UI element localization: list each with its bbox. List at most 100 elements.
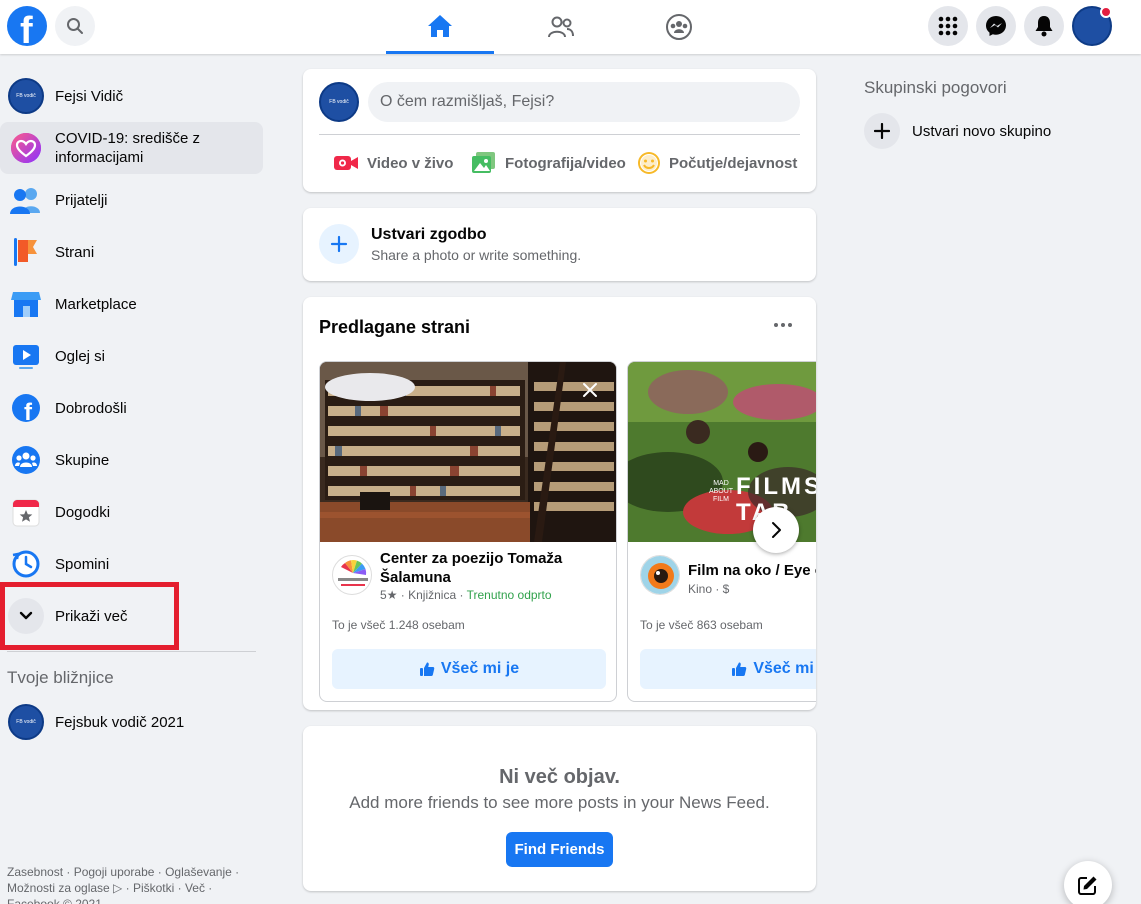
- sidebar-item-label: Fejsi Vidič: [55, 87, 124, 105]
- covid-heart-icon: [8, 130, 44, 166]
- create-story-card[interactable]: Ustvari zgodbo Share a photo or write so…: [303, 208, 816, 281]
- group-conversations-heading: Skupinski pogovori: [864, 78, 1007, 97]
- close-icon[interactable]: [576, 376, 604, 404]
- page-logo-film-eye: [640, 555, 680, 595]
- sidebar-item-watch[interactable]: Oglej si: [0, 330, 263, 382]
- page-meta: 5★ · Knjižnica · Trenutno odprto: [380, 588, 552, 602]
- page-name[interactable]: Center za poezijo Tomaža Šalamuna: [380, 549, 610, 587]
- profile-avatar: FB vodič: [8, 78, 44, 114]
- live-video-button[interactable]: Video v živo: [333, 151, 453, 175]
- sidebar-item-friends[interactable]: Prijatelji: [0, 174, 263, 226]
- tab-groups[interactable]: [625, 0, 733, 54]
- notifications-button[interactable]: [1024, 6, 1064, 46]
- create-story-button[interactable]: [319, 224, 359, 264]
- suggested-pages-title: Predlagane strani: [319, 317, 471, 337]
- welcome-icon: f: [8, 390, 44, 426]
- like-label: Všeč mi je: [440, 660, 520, 677]
- feeling-activity-label: Počutje/dejavnost: [669, 154, 798, 172]
- avatar: FB vodič: [319, 82, 359, 122]
- memories-icon: [8, 546, 44, 582]
- grid-menu-icon: [938, 16, 958, 36]
- thumbs-up-icon: [732, 662, 747, 676]
- sidebar-item-label: COVID-19: središče z informacijami: [55, 130, 201, 166]
- dot: [788, 323, 792, 327]
- sidebar-item-welcome[interactable]: f Dobrodošli: [0, 382, 263, 434]
- no-more-posts-subtitle: Add more friends to see more posts in yo…: [349, 793, 770, 812]
- feeling-smiley-icon: [638, 152, 660, 174]
- photo-icon: [472, 152, 495, 173]
- search-button[interactable]: [55, 6, 95, 46]
- watch-icon: [8, 338, 44, 374]
- no-more-posts-card: Ni več objav. Add more friends to see mo…: [303, 726, 816, 891]
- sidebar-item-groups[interactable]: Skupine: [0, 434, 263, 486]
- search-icon: [67, 18, 83, 34]
- page-meta: Kino · $: [688, 582, 730, 596]
- sidebar-item-pages[interactable]: Strani: [0, 226, 263, 278]
- more-options-button[interactable]: [769, 315, 797, 335]
- friends-icon: [8, 182, 44, 218]
- like-page-button[interactable]: Všeč mi j: [640, 649, 816, 689]
- events-icon: [8, 494, 44, 530]
- sidebar-item-label: Skupine: [55, 451, 110, 469]
- sidebar-item-label: Marketplace: [55, 295, 137, 313]
- create-new-group-button[interactable]: Ustvari novo skupino: [864, 113, 1051, 149]
- tab-home[interactable]: [386, 0, 494, 54]
- page-likes-count: To je všeč 863 osebam: [640, 618, 763, 632]
- shortcuts-heading: Tvoje bližnjice: [7, 668, 114, 687]
- messenger-button[interactable]: [976, 6, 1016, 46]
- shortcut-item-fejsbuk-vodic[interactable]: FB vodič Fejsbuk vodič 2021: [0, 696, 263, 748]
- like-page-button[interactable]: Všeč mi je: [332, 649, 606, 689]
- sidebar-item-events[interactable]: Dogodki: [0, 486, 263, 538]
- star-icon: ★: [386, 588, 398, 602]
- sidebar-item-label: Dobrodošli: [55, 399, 127, 417]
- menu-button[interactable]: [928, 6, 968, 46]
- no-more-posts-title: Ni več objav.: [499, 766, 620, 788]
- composer-input[interactable]: O čem razmišljaš, Fejsi?: [368, 82, 800, 122]
- footer-line[interactable]: Zasebnost · Pogoji uporabe · Oglaševanje…: [7, 864, 267, 880]
- dot: [774, 323, 778, 327]
- sidebar-item-label: Spomini: [55, 555, 110, 573]
- page-name[interactable]: Film na oko / Eye o: [688, 561, 816, 580]
- marketplace-icon: [8, 286, 44, 322]
- find-friends-button[interactable]: Find Friends: [506, 832, 613, 867]
- groups-icon: [8, 442, 44, 478]
- page-cover-photo-library: [320, 362, 616, 542]
- suggested-pages-card: Predlagane strani Center za poezijo Toma…: [303, 297, 816, 710]
- sidebar-item-marketplace[interactable]: Marketplace: [0, 278, 263, 330]
- compose-edit-icon: [1078, 876, 1097, 895]
- chevron-right-icon: [772, 522, 781, 538]
- live-video-icon: [334, 156, 358, 170]
- carousel-next-button[interactable]: [753, 507, 799, 553]
- feeling-activity-button[interactable]: Počutje/dejavnost: [637, 151, 797, 175]
- plus-icon: [874, 123, 890, 139]
- footer-line[interactable]: Možnosti za oglase ▷ · Piškotki · Več ·: [7, 880, 267, 896]
- live-video-label: Video v živo: [367, 154, 454, 172]
- suggested-page-card[interactable]: Center za poezijo Tomaža Šalamuna 5★ · K…: [319, 361, 617, 702]
- sidebar-item-covid[interactable]: COVID-19: središče z informacijami: [0, 122, 263, 174]
- photo-video-button[interactable]: Fotografija/video: [471, 151, 626, 175]
- like-label: Všeč mi j: [753, 660, 816, 677]
- create-story-title: Ustvari zgodbo: [371, 226, 487, 243]
- sidebar-item-label: Oglej si: [55, 347, 106, 365]
- messenger-icon: [986, 16, 1006, 36]
- sidebar-item-label: Strani: [55, 243, 95, 261]
- dot: [781, 323, 785, 327]
- bell-icon: [1035, 16, 1053, 37]
- tab-friends[interactable]: [507, 0, 615, 54]
- sidebar-item-profile[interactable]: FB vodič Fejsi Vidič: [0, 70, 263, 122]
- friends-outline-icon: [548, 16, 574, 38]
- page-rating: 5: [380, 588, 387, 602]
- thumbs-up-icon: [419, 662, 435, 676]
- new-message-button[interactable]: [1064, 861, 1112, 904]
- account-avatar-button[interactable]: [1072, 6, 1112, 46]
- sidebar-item-label: Dogodki: [55, 503, 111, 521]
- composer-avatar[interactable]: FB vodič: [319, 82, 359, 122]
- notification-dot: [1100, 6, 1112, 18]
- create-story-subtitle: Share a photo or write something.: [371, 247, 582, 263]
- home-icon: [428, 14, 452, 37]
- facebook-logo[interactable]: f: [7, 6, 47, 46]
- photo-overlay-text: MAD ABOUT FILM: [708, 480, 734, 503]
- page-likes-count: To je všeč 1.248 osebam: [332, 618, 465, 632]
- shortcut-avatar: FB vodič: [8, 704, 44, 740]
- footer-links: Zasebnost · Pogoji uporabe · Oglaševanje…: [7, 864, 267, 904]
